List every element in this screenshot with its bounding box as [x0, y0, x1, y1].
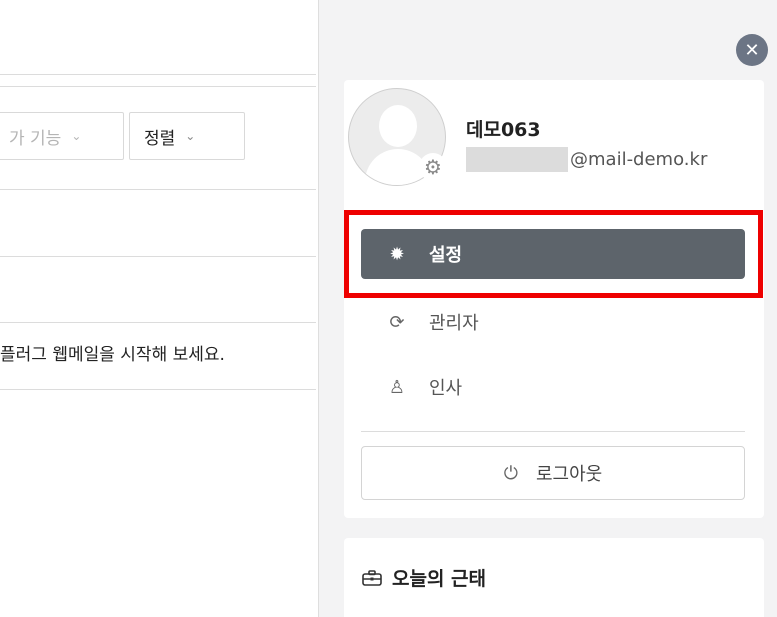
- menu-item-label: 설정: [429, 245, 463, 266]
- divider-line: [0, 322, 316, 323]
- logout-button[interactable]: ⏻ 로그아웃: [361, 446, 745, 500]
- org-chart-icon: ♙: [388, 376, 406, 398]
- menu-item-admin[interactable]: ⟳ 관리자: [361, 297, 745, 347]
- divider-line: [0, 86, 316, 87]
- intro-message: 플러그 웹메일을 시작해 보세요.: [0, 345, 225, 365]
- menu-divider: [361, 431, 745, 432]
- divider-line: [0, 74, 316, 75]
- menu-item-label: 관리자: [429, 313, 479, 334]
- briefcase-icon: [362, 569, 382, 586]
- close-button[interactable]: ✕: [736, 34, 768, 66]
- more-features-label: 가 기능: [9, 128, 62, 149]
- divider-line: [0, 256, 316, 257]
- screen: 가 기능 ⌄ 정렬 ⌄ 플러그 웹메일을 시작해 보세요. ✕ ⚙ 데모063 …: [0, 0, 777, 617]
- logout-label: 로그아웃: [536, 464, 603, 485]
- profile-card: ⚙ 데모063 @mail-demo.kr ✹ 설정 ⟳ 관리자 ♙ 인사 ⏻: [344, 80, 764, 518]
- gear-icon: ✹: [389, 243, 405, 265]
- close-icon: ✕: [744, 39, 760, 61]
- refresh-icon: ⟳: [389, 311, 405, 333]
- chevron-down-icon: ⌄: [185, 129, 196, 143]
- sort-button[interactable]: 정렬 ⌄: [129, 112, 245, 160]
- power-icon: ⏻: [503, 462, 518, 484]
- user-drawer: ✕ ⚙ 데모063 @mail-demo.kr ✹ 설정 ⟳ 관리자 ♙ 인사 …: [318, 0, 777, 617]
- mail-list-pane: 가 기능 ⌄ 정렬 ⌄ 플러그 웹메일을 시작해 보세요.: [0, 0, 318, 617]
- more-features-button[interactable]: 가 기능 ⌄: [0, 112, 124, 160]
- avatar-head-shape: [379, 105, 417, 147]
- username: 데모063: [466, 119, 541, 141]
- attendance-title: 오늘의 근태: [392, 568, 487, 590]
- attendance-header: 오늘의 근태: [362, 564, 486, 591]
- menu-item-label: 인사: [429, 378, 463, 399]
- email-row: @mail-demo.kr: [466, 147, 707, 172]
- sort-label: 정렬: [144, 128, 176, 149]
- avatar-settings-gear-icon[interactable]: ⚙: [419, 153, 447, 181]
- menu-item-settings[interactable]: ✹ 설정: [361, 229, 745, 279]
- divider-line: [0, 389, 316, 390]
- email-redaction: [466, 147, 568, 172]
- email-domain: @mail-demo.kr: [570, 149, 708, 170]
- chevron-down-icon: ⌄: [71, 129, 82, 143]
- divider-line: [0, 189, 316, 190]
- menu-item-hr[interactable]: ♙ 인사: [361, 362, 745, 412]
- attendance-card: 오늘의 근태: [344, 538, 764, 617]
